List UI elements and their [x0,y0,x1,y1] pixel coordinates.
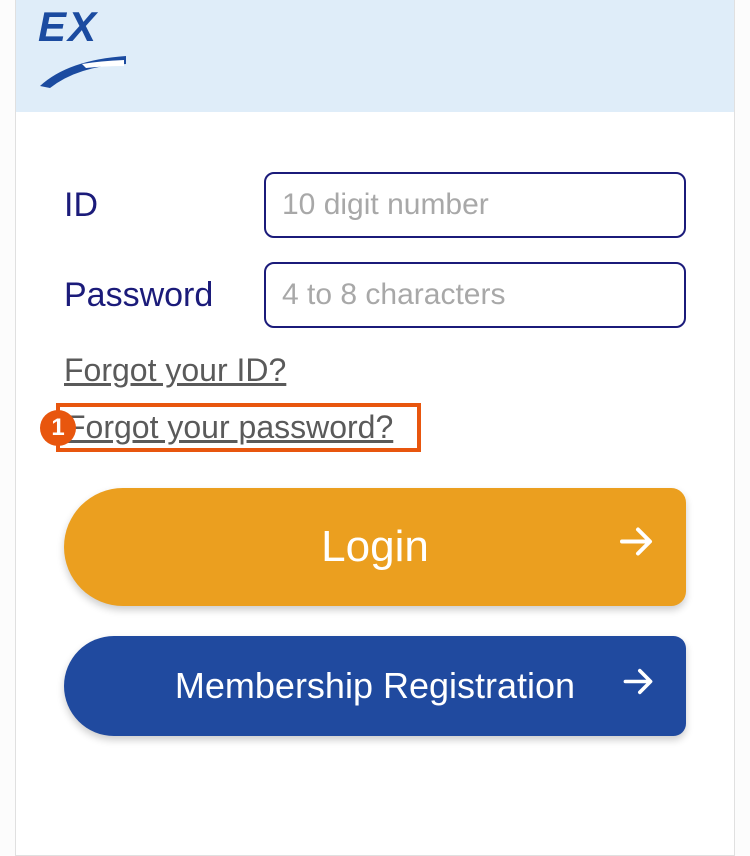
forgot-password-link[interactable]: Forgot your password? [66,409,393,446]
login-form: ID Password Forgot your ID? 1 Forgot you… [16,112,734,796]
register-button-label: Membership Registration [175,665,575,707]
arrow-right-icon [616,522,656,573]
password-label: Password [64,276,264,315]
annotation-highlight: 1 Forgot your password? [56,403,421,452]
train-icon [38,52,128,97]
header: EX [16,0,734,112]
register-button[interactable]: Membership Registration [64,636,686,736]
login-button-label: Login [321,522,429,572]
id-field-row: ID [64,172,686,238]
annotation-badge: 1 [40,410,76,446]
login-button[interactable]: Login [64,488,686,606]
logo-text: EX [38,6,128,48]
arrow-right-icon [620,664,656,709]
id-input[interactable] [264,172,686,238]
password-field-row: Password [64,262,686,328]
password-input[interactable] [264,262,686,328]
forgot-id-link[interactable]: Forgot your ID? [64,352,286,389]
recovery-links: Forgot your ID? 1 Forgot your password? [64,352,686,452]
logo: EX [38,6,128,97]
login-screen: EX ID Password Forgot your ID? 1 [15,0,735,856]
id-label: ID [64,186,264,225]
